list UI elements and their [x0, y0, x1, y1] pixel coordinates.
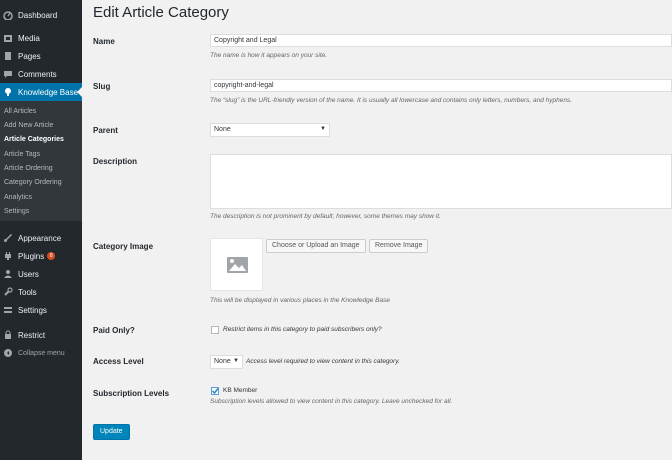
subscription-levels-note: Subscription levels allowed to view cont… [210, 398, 453, 405]
slug-input[interactable]: copyright-and-legal [210, 79, 672, 92]
menu-appearance[interactable]: Appearance [0, 229, 82, 247]
menu-settings-label: Settings [18, 305, 47, 315]
menu-restrict[interactable]: Restrict [0, 326, 82, 344]
description-label: Description [93, 157, 138, 166]
parent-select[interactable]: None ▼ [210, 123, 330, 137]
kb-member-checkbox[interactable] [211, 387, 219, 395]
lightbulb-icon [3, 87, 13, 97]
menu-appearance-label: Appearance [18, 233, 62, 243]
dropdown-arrow-icon: ▼ [233, 358, 239, 364]
settings-icon [3, 305, 13, 315]
submenu-all-articles[interactable]: All Articles [4, 108, 36, 115]
admin-sidebar: Dashboard Media Pages Comments Knowledge… [0, 0, 82, 460]
name-input[interactable]: Copyright and Legal [210, 34, 672, 47]
access-level-note: Access level required to view content in… [246, 358, 400, 365]
name-description: The name is how it appears on your site. [210, 52, 328, 59]
plugin-icon [3, 251, 13, 261]
users-icon [3, 269, 13, 279]
description-textarea[interactable] [210, 154, 672, 209]
menu-restrict-label: Restrict [18, 330, 46, 340]
access-level-select-value: None [214, 358, 231, 365]
collapse-icon [3, 348, 13, 358]
description-note: The description is not prominent by defa… [210, 213, 441, 220]
menu-tools-label: Tools [18, 287, 37, 297]
submenu-category-ordering[interactable]: Category Ordering [4, 179, 62, 186]
image-placeholder-icon [227, 257, 248, 273]
wrench-icon [3, 287, 13, 297]
access-level-select[interactable]: None ▼ [210, 355, 243, 369]
menu-media[interactable]: Media [0, 29, 82, 47]
paintbrush-icon [3, 233, 13, 243]
submenu-add-new-article[interactable]: Add New Article [4, 122, 53, 129]
menu-knowledge-base-label: Knowledge Base [18, 87, 79, 97]
subscription-levels-label: Subscription Levels [93, 389, 170, 398]
media-icon [3, 33, 13, 43]
menu-settings[interactable]: Settings [0, 301, 82, 319]
dropdown-arrow-icon: ▼ [320, 126, 326, 132]
category-image-placeholder [210, 238, 263, 291]
pages-icon [3, 51, 13, 61]
menu-pages[interactable]: Pages [0, 47, 82, 65]
menu-users-label: Users [18, 269, 39, 279]
parent-select-value: None [214, 126, 231, 133]
main-content: Edit Article Category Name Copyright and… [82, 0, 672, 460]
comments-icon [3, 69, 13, 79]
submenu-article-categories[interactable]: Article Categories [4, 136, 64, 143]
menu-plugins[interactable]: Plugins 8 [0, 247, 82, 265]
collapse-menu-label: Collapse menu [18, 349, 65, 357]
update-button[interactable]: Update [93, 424, 130, 440]
category-image-note: This will be displayed in various places… [210, 297, 390, 304]
submenu-article-ordering[interactable]: Article Ordering [4, 165, 53, 172]
submenu-article-tags[interactable]: Article Tags [4, 151, 40, 158]
slug-label: Slug [93, 82, 111, 91]
knowledge-base-submenu: All Articles Add New Article Article Cat… [0, 101, 82, 221]
paid-only-checkbox-label: Restrict items in this category to paid … [223, 326, 382, 333]
dashboard-icon [3, 10, 13, 21]
remove-image-button[interactable]: Remove Image [369, 239, 429, 253]
collapse-menu-button[interactable]: Collapse menu [0, 344, 82, 362]
submenu-settings[interactable]: Settings [4, 208, 29, 215]
menu-dashboard-label: Dashboard [18, 10, 58, 20]
lock-icon [3, 330, 13, 340]
choose-image-button[interactable]: Choose or Upload an Image [266, 239, 366, 253]
submenu-analytics[interactable]: Analytics [4, 194, 32, 201]
parent-label: Parent [93, 126, 118, 135]
page-title: Edit Article Category [93, 4, 229, 21]
menu-dashboard[interactable]: Dashboard [0, 6, 82, 24]
category-image-label: Category Image [93, 242, 154, 251]
checkmark-icon [211, 388, 219, 395]
paid-only-label: Paid Only? [93, 326, 135, 335]
menu-knowledge-base[interactable]: Knowledge Base [0, 83, 82, 101]
paid-only-checkbox[interactable] [211, 326, 219, 334]
slug-description: The “slug” is the URL-friendly version o… [210, 97, 573, 104]
plugins-update-badge: 8 [47, 252, 56, 260]
menu-users[interactable]: Users [0, 265, 82, 283]
name-label: Name [93, 37, 115, 46]
access-level-label: Access Level [93, 357, 144, 366]
menu-pages-label: Pages [18, 51, 41, 61]
kb-member-label: KB Member [223, 387, 258, 394]
menu-comments-label: Comments [18, 69, 57, 79]
menu-tools[interactable]: Tools [0, 283, 82, 301]
menu-media-label: Media [18, 33, 40, 43]
menu-plugins-label: Plugins [18, 251, 45, 261]
menu-comments[interactable]: Comments [0, 65, 82, 83]
